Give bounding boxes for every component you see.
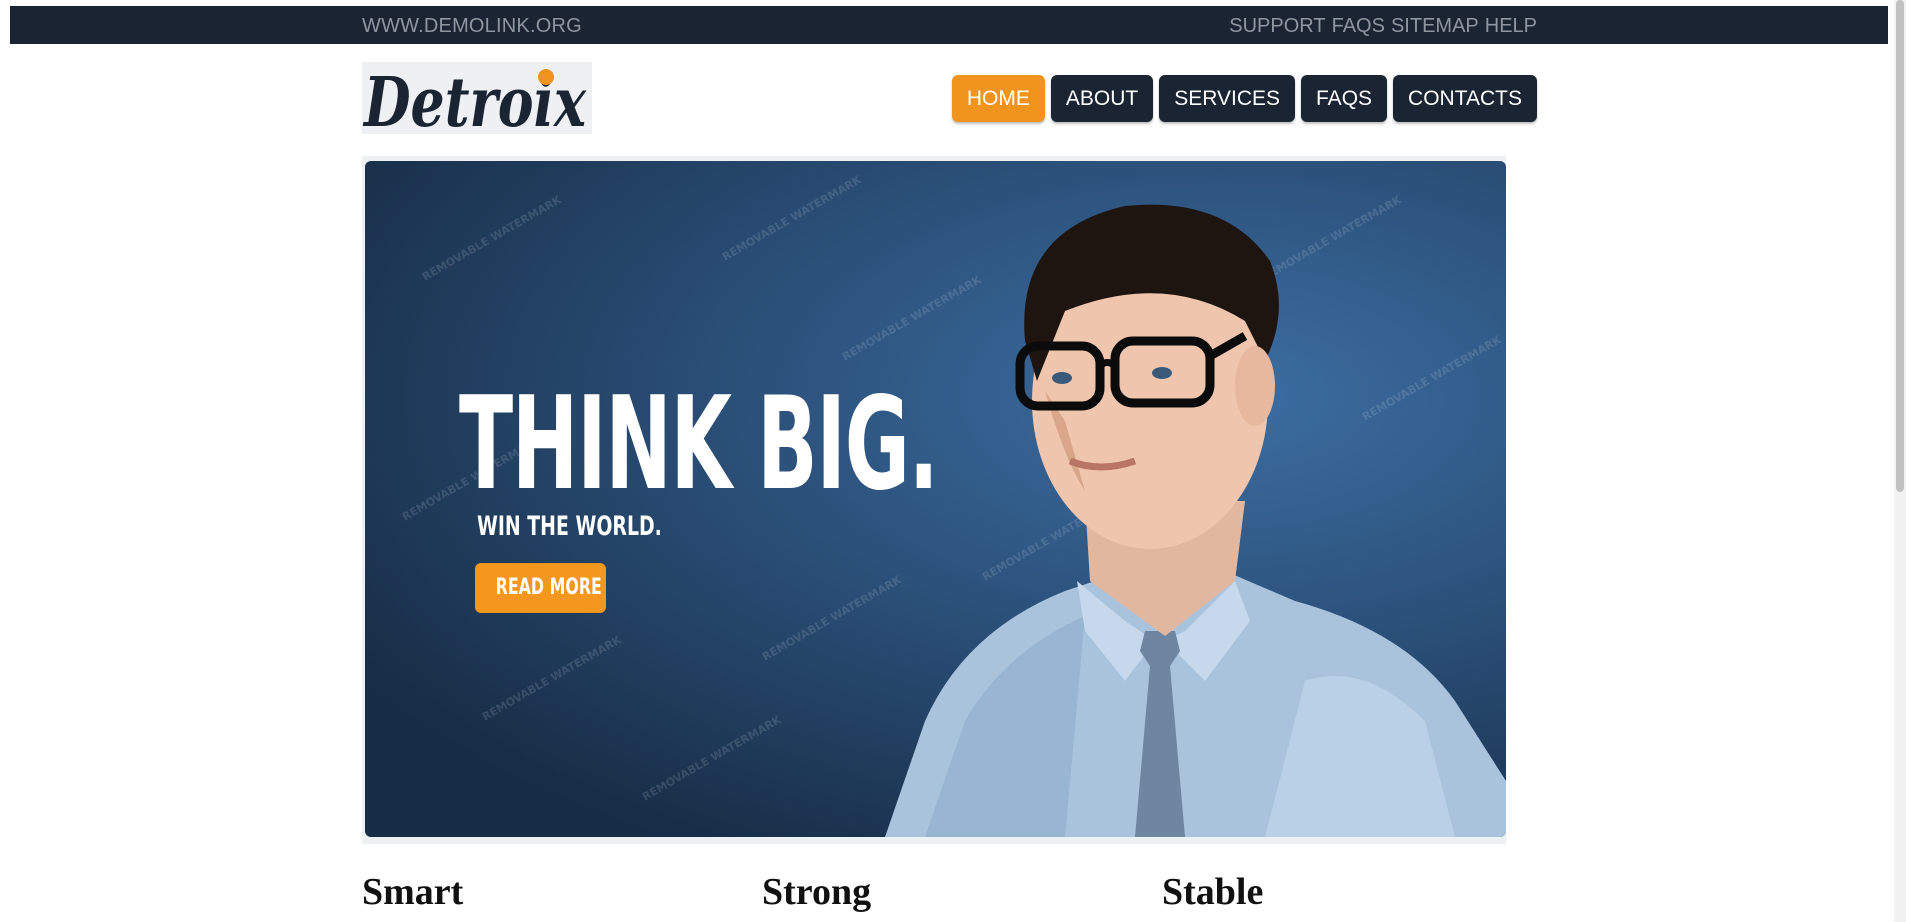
svg-text:REMOVABLE WATERMARK: REMOVABLE WATERMARK	[1260, 193, 1404, 284]
read-more-button[interactable]: READ MORE	[475, 563, 606, 613]
main-nav: HOME ABOUT SERVICES FAQS CONTACTS	[951, 75, 1537, 122]
svg-text:REMOVABLE WATERMARK: REMOVABLE WATERMARK	[480, 633, 624, 724]
nav-contacts[interactable]: CONTACTS	[1393, 75, 1537, 122]
help-link[interactable]: HELP	[1485, 15, 1537, 38]
nav-faqs[interactable]: FAQS	[1301, 75, 1388, 122]
svg-text:REMOVABLE WATERMARK: REMOVABLE WATERMARK	[640, 713, 784, 804]
nav-services[interactable]: SERVICES	[1159, 75, 1296, 122]
svg-text:REMOVABLE WATERMARK: REMOVABLE WATERMARK	[720, 173, 864, 264]
hero-title: THINK BIG.	[459, 370, 939, 519]
svg-text:REMOVABLE WATERMARK: REMOVABLE WATERMARK	[760, 573, 904, 664]
feature-heading-stable: Stable	[1162, 871, 1264, 913]
faqs-link[interactable]: FAQS	[1332, 15, 1385, 38]
site-url-link[interactable]: WWW.DEMOLINK.ORG	[362, 15, 582, 38]
logo-text: Detroix	[362, 63, 587, 134]
feature-heading-smart: Smart	[362, 871, 464, 913]
logo-dot-icon	[538, 69, 554, 85]
scrollbar-thumb[interactable]	[1896, 0, 1904, 492]
read-more-label: READ MORE	[495, 575, 602, 600]
page-scrollbar[interactable]	[1894, 0, 1906, 922]
site-logo[interactable]: Detroix	[362, 62, 592, 134]
top-bar: WWW.DEMOLINK.ORG SUPPORT FAQS SITEMAP HE…	[10, 6, 1888, 44]
sitemap-link[interactable]: SITEMAP	[1391, 15, 1479, 38]
svg-text:REMOVABLE WATERMARK: REMOVABLE WATERMARK	[1360, 333, 1504, 424]
utility-links: SUPPORT FAQS SITEMAP HELP	[1229, 15, 1537, 38]
hero-subtitle: WIN THE WORLD.	[477, 511, 662, 542]
svg-text:REMOVABLE WATERMARK: REMOVABLE WATERMARK	[840, 273, 984, 364]
hero-banner: REMOVABLE WATERMARK REMOVABLE WATERMARK …	[362, 156, 1506, 844]
svg-text:REMOVABLE WATERMARK: REMOVABLE WATERMARK	[420, 193, 564, 284]
support-link[interactable]: SUPPORT	[1229, 15, 1325, 38]
feature-heading-strong: Strong	[762, 871, 872, 913]
nav-home[interactable]: HOME	[951, 75, 1045, 122]
nav-about[interactable]: ABOUT	[1050, 75, 1154, 122]
hero-slide: REMOVABLE WATERMARK REMOVABLE WATERMARK …	[365, 161, 1506, 837]
